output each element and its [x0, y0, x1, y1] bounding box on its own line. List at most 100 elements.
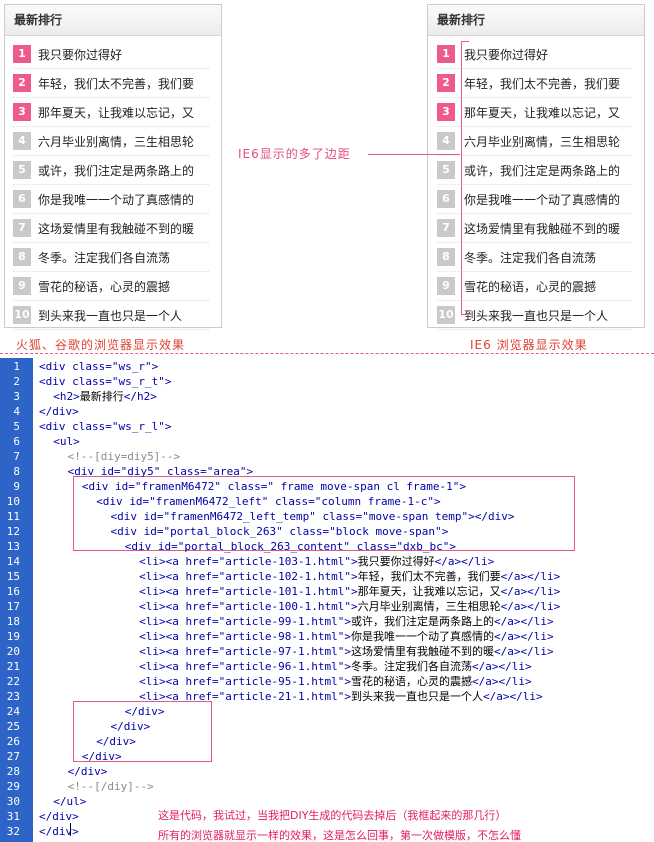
- code-token: "ws_r": [111, 360, 152, 373]
- rank-number-badge: 9: [13, 277, 31, 295]
- rank-number-badge: 2: [13, 74, 31, 92]
- rank-item-link[interactable]: 冬季。注定我们各自流荡: [38, 249, 170, 266]
- code-token: "framenM6472_left_temp": [163, 510, 323, 523]
- code-token: <ul>: [53, 435, 80, 448]
- right-ranking-panel: 最新排行 1 我只要你过得好 2 年轻，我们太不完善，我们要 3 那年夏天，让我难以忘记，…: [427, 4, 645, 330]
- code-line: <ul>: [53, 434, 80, 449]
- code-token: >: [151, 360, 159, 373]
- code-token: <div: [96, 495, 130, 508]
- code-token: </a></li>: [500, 585, 561, 598]
- code-viewer: 1 2 3 4 5 6 7 8 9 10 11 12 13 14 15 16 17 18 19 20 21 22 23 24 2…: [0, 358, 654, 842]
- rank-item-link[interactable]: 那年夏天，让我难以忘记，又: [464, 104, 620, 121]
- code-token: " frame move-span cl frame-1": [267, 480, 460, 493]
- rank-number-badge: 7: [437, 219, 455, 237]
- code-token: </a></li>: [494, 630, 554, 643]
- line-number: 20: [6, 645, 20, 658]
- code-token: class=: [72, 420, 112, 433]
- code-line: <div id="portal_block_263_content" class…: [125, 539, 456, 554]
- code-token: "block move-span": [329, 525, 442, 538]
- left-rank-item[interactable]: 4 六月毕业别离情，三生相思轮: [13, 127, 209, 156]
- code-token: 那年夏天，让我难以忘记，又: [357, 585, 501, 598]
- code-token: "article-101-1.html": [218, 585, 352, 598]
- code-token: "article-21-1.html": [218, 690, 345, 703]
- rank-item-link[interactable]: 我只要你过得好: [464, 46, 548, 63]
- line-number: 30: [6, 795, 20, 808]
- code-token: </div>: [39, 825, 79, 838]
- code-token: "column frame-1-c": [314, 495, 434, 508]
- rank-item-link[interactable]: 雪花的秘语，心灵的震撼: [38, 278, 170, 295]
- code-token: href=: [185, 615, 219, 628]
- code-token: </div>: [110, 720, 151, 733]
- rank-item-link[interactable]: 或许，我们注定是两条路上的: [464, 162, 620, 179]
- code-token: </ul>: [53, 795, 87, 808]
- rank-item-link[interactable]: 冬季。注定我们各自流荡: [464, 249, 596, 266]
- left-rank-item[interactable]: 9 雪花的秘语，心灵的震撼: [13, 272, 209, 301]
- rank-number-badge: 6: [437, 190, 455, 208]
- line-number: 1: [13, 360, 20, 373]
- code-token: <li><a: [139, 555, 186, 568]
- rank-item-link[interactable]: 你是我唯一一个动了真感情的: [464, 191, 620, 208]
- code-token: id=: [143, 525, 164, 538]
- code-token: class=: [72, 375, 112, 388]
- line-number: 23: [6, 690, 20, 703]
- code-line: </div>: [39, 404, 79, 419]
- code-token: id=: [157, 540, 178, 553]
- code-line: <div class="ws_r_l">: [39, 419, 171, 434]
- code-token: <li><a: [139, 660, 186, 673]
- code-token: >: [351, 570, 358, 583]
- line-number: 22: [6, 675, 20, 688]
- line-number: 27: [6, 750, 20, 763]
- left-rank-item[interactable]: 3 那年夏天，让我难以忘记，又: [13, 98, 209, 127]
- code-token: </div>: [39, 810, 79, 823]
- rank-item-link[interactable]: 那年夏天，让我难以忘记，又: [38, 104, 194, 121]
- left-rank-item[interactable]: 6 你是我唯一一个动了真感情的: [13, 185, 209, 214]
- code-token: class=: [356, 540, 397, 553]
- code-line: <li><a href="article-103-1.html">我只要你过得好…: [139, 554, 494, 569]
- code-line: <li><a href="article-21-1.html">到头来我一直也只…: [139, 689, 543, 704]
- dashed-divider: [0, 353, 654, 354]
- code-line: <div id="framenM6472_left" class="column…: [96, 494, 440, 509]
- line-number: 4: [13, 405, 20, 418]
- code-line: <li><a href="article-102-1.html">年轻，我们太不…: [139, 569, 560, 584]
- left-rank-item[interactable]: 8 冬季。注定我们各自流荡: [13, 243, 209, 272]
- rank-number-badge: 2: [437, 74, 455, 92]
- rank-item-link[interactable]: 到头来我一直也只是一个人: [38, 307, 182, 324]
- code-token: <li><a: [139, 675, 186, 688]
- rank-item-link[interactable]: 六月毕业别离情，三生相思轮: [464, 133, 620, 150]
- code-line: <div id="framenM6472_left_temp" class="m…: [111, 509, 515, 524]
- left-ranking-panel: 最新排行 1 我只要你过得好 2 年轻，我们太不完善，我们要 3 那年夏天，让我难以忘记，…: [4, 4, 222, 330]
- line-number: 7: [13, 450, 20, 463]
- line-number: 10: [6, 495, 20, 508]
- code-line: <li><a href="article-97-1.html">这场爱情里有我触…: [139, 644, 554, 659]
- line-number: 17: [6, 600, 20, 613]
- line-number: 21: [6, 660, 20, 673]
- rank-item-link[interactable]: 这场爱情里有我触碰不到的暖: [38, 220, 194, 237]
- rank-item-link[interactable]: 你是我唯一一个动了真感情的: [38, 191, 194, 208]
- rank-item-link[interactable]: 六月毕业别离情，三生相思轮: [38, 133, 194, 150]
- code-token: </h2>: [123, 390, 157, 403]
- rank-item-link[interactable]: 这场爱情里有我触碰不到的暖: [464, 220, 620, 237]
- code-token: >: [449, 540, 456, 553]
- rank-item-link[interactable]: 年轻，我们太不完善，我们要: [464, 75, 620, 92]
- code-token: >: [351, 600, 358, 613]
- line-number: 31: [6, 810, 20, 823]
- left-rank-item[interactable]: 10 到头来我一直也只是一个人: [13, 301, 209, 330]
- ie6-margin-callout: IE6显示的多了边距: [238, 147, 351, 161]
- code-token: </div>: [96, 735, 136, 748]
- line-number: 18: [6, 615, 20, 628]
- code-token: "move-span temp": [362, 510, 469, 523]
- left-rank-item[interactable]: 7 这场爱情里有我触碰不到的暖: [13, 214, 209, 243]
- rank-item-link[interactable]: 到头来我一直也只是一个人: [464, 307, 608, 324]
- code-line: </ul>: [53, 794, 86, 809]
- line-number: 28: [6, 765, 20, 778]
- code-token: "diy5": [120, 465, 167, 478]
- code-token: 或许，我们注定是两条路上的: [351, 615, 495, 628]
- left-rank-item[interactable]: 1 我只要你过得好: [13, 40, 209, 69]
- left-rank-item[interactable]: 2 年轻，我们太不完善，我们要: [13, 69, 209, 98]
- rank-item-link[interactable]: 雪花的秘语，心灵的震撼: [464, 278, 596, 295]
- left-rank-item[interactable]: 5 或许，我们注定是两条路上的: [13, 156, 209, 185]
- code-token: href=: [185, 555, 219, 568]
- rank-item-link[interactable]: 我只要你过得好: [38, 46, 122, 63]
- rank-item-link[interactable]: 或许，我们注定是两条路上的: [38, 162, 194, 179]
- rank-item-link[interactable]: 年轻，我们太不完善，我们要: [38, 75, 194, 92]
